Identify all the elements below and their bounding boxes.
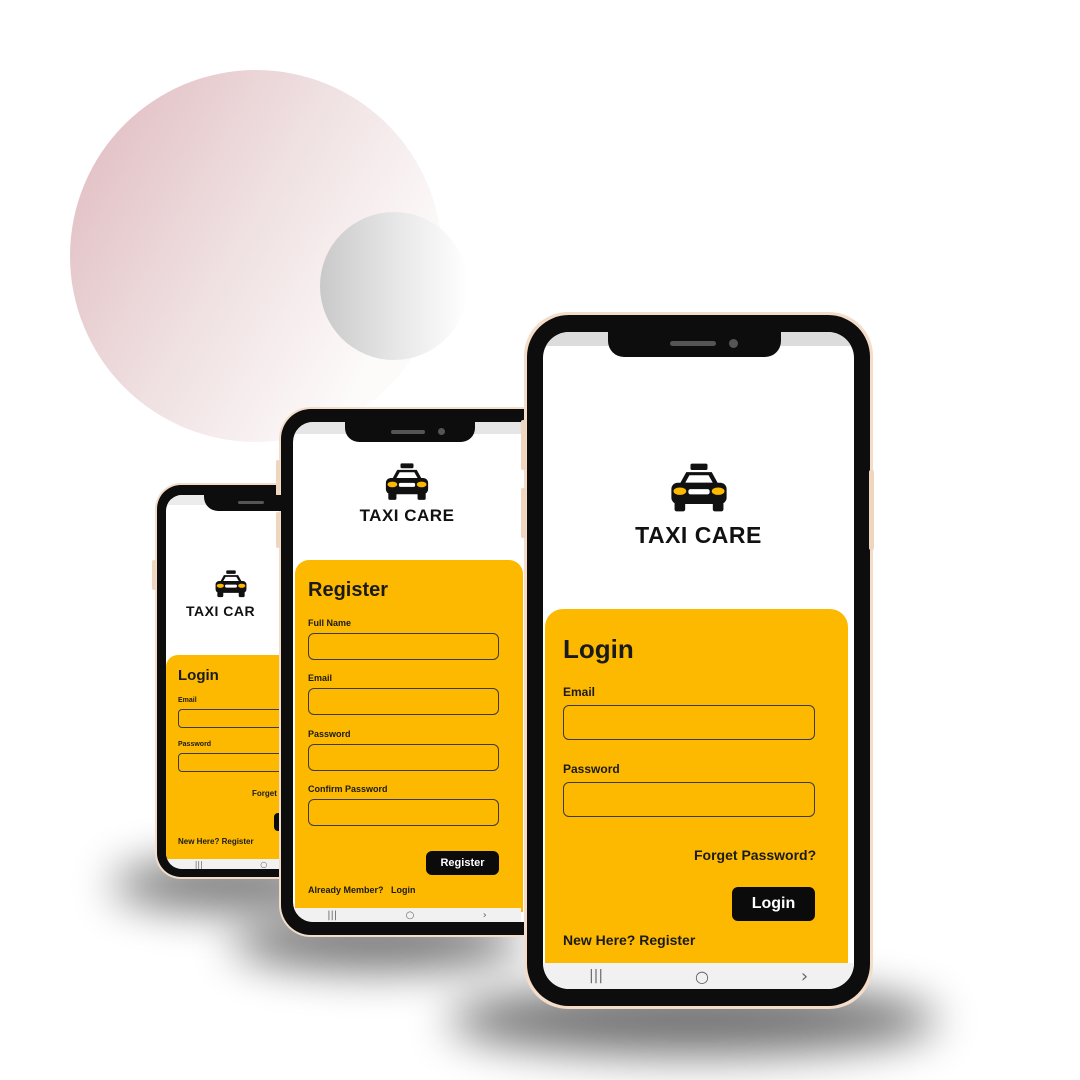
password-label: Password	[308, 729, 351, 739]
password-label: Password	[178, 741, 212, 748]
back-icon[interactable]: ›	[801, 966, 808, 987]
recent-apps-icon[interactable]: |||	[195, 860, 203, 869]
brand-name: TAXI CARE	[359, 506, 455, 525]
recent-apps-icon[interactable]: |||	[589, 968, 603, 984]
login-panel: Login Email Password Forget Password? Lo…	[545, 609, 848, 964]
phone-login: TAXI CARE Login Email Password Forget Pa…	[524, 312, 873, 1009]
system-navbar: ||| ○ ›	[293, 908, 521, 922]
brand-name: TAXI CAR	[186, 603, 256, 619]
register-panel: Register Full Name Email Password Confir…	[295, 560, 523, 912]
login-panel: Login Email Password Forget P New Here? …	[166, 655, 290, 860]
email-label: Email	[563, 685, 596, 699]
home-icon[interactable]: ○	[260, 860, 267, 869]
side-button	[276, 460, 280, 496]
email-label: Email	[178, 697, 197, 704]
recent-apps-icon[interactable]: |||	[327, 910, 337, 921]
home-icon[interactable]: ○	[695, 967, 709, 986]
password-field[interactable]	[308, 744, 499, 771]
back-icon[interactable]: ›	[483, 910, 487, 921]
register-title: Register	[308, 579, 389, 601]
taxi-car-icon	[670, 463, 727, 512]
phone-notch	[608, 332, 781, 357]
taxi-care-logo: TAXI CARE	[293, 462, 521, 526]
phone-notch	[204, 495, 290, 511]
register-link[interactable]: Register	[639, 932, 695, 948]
side-button	[152, 560, 156, 590]
already-member-text: Already Member? Login	[308, 885, 416, 895]
taxi-care-logo: TAXI CAR	[166, 569, 290, 619]
side-button	[521, 420, 526, 470]
new-here-text: New Here? Register	[178, 837, 254, 846]
side-button	[276, 512, 280, 548]
register-button[interactable]: Register	[426, 851, 499, 875]
email-field[interactable]	[308, 688, 499, 715]
brand-name: TAXI CARE	[635, 522, 762, 548]
new-here-label: New Here?	[178, 837, 220, 846]
password-field[interactable]	[178, 753, 290, 772]
email-field[interactable]	[178, 709, 290, 728]
full-name-label: Full Name	[308, 618, 352, 628]
register-link[interactable]: Register	[222, 837, 254, 846]
already-member-label: Already Member?	[308, 885, 384, 895]
background-circle-small	[320, 212, 468, 360]
system-navbar: ||| ○	[166, 859, 290, 869]
taxi-care-logo: TAXI CARE	[543, 462, 854, 549]
phone-small: TAXI CAR Login Email Password Forget P N…	[155, 483, 290, 879]
home-icon[interactable]: ○	[406, 910, 415, 921]
new-here-text: New Here? Register	[563, 932, 695, 948]
phone-notch	[345, 422, 475, 442]
system-navbar: ||| ○ ›	[543, 963, 854, 989]
taxi-car-icon	[385, 463, 429, 500]
password-label: Password	[563, 762, 620, 776]
email-field[interactable]	[563, 705, 815, 740]
new-here-label: New Here?	[563, 932, 636, 948]
side-button	[869, 470, 874, 550]
password-field[interactable]	[563, 782, 815, 817]
side-button	[521, 488, 526, 538]
forget-password-link[interactable]: Forget Password?	[694, 847, 816, 863]
phone-register: TAXI CARE Register Full Name Email Passw…	[279, 407, 532, 937]
login-title: Login	[178, 667, 219, 684]
login-button[interactable]: Login	[732, 887, 815, 921]
email-label: Email	[308, 673, 333, 683]
confirm-password-label: Confirm Password	[308, 784, 388, 794]
confirm-password-field[interactable]	[308, 799, 499, 826]
login-title: Login	[563, 634, 634, 664]
taxi-car-icon	[215, 570, 247, 598]
login-link[interactable]: Login	[391, 885, 416, 895]
full-name-field[interactable]	[308, 633, 499, 660]
